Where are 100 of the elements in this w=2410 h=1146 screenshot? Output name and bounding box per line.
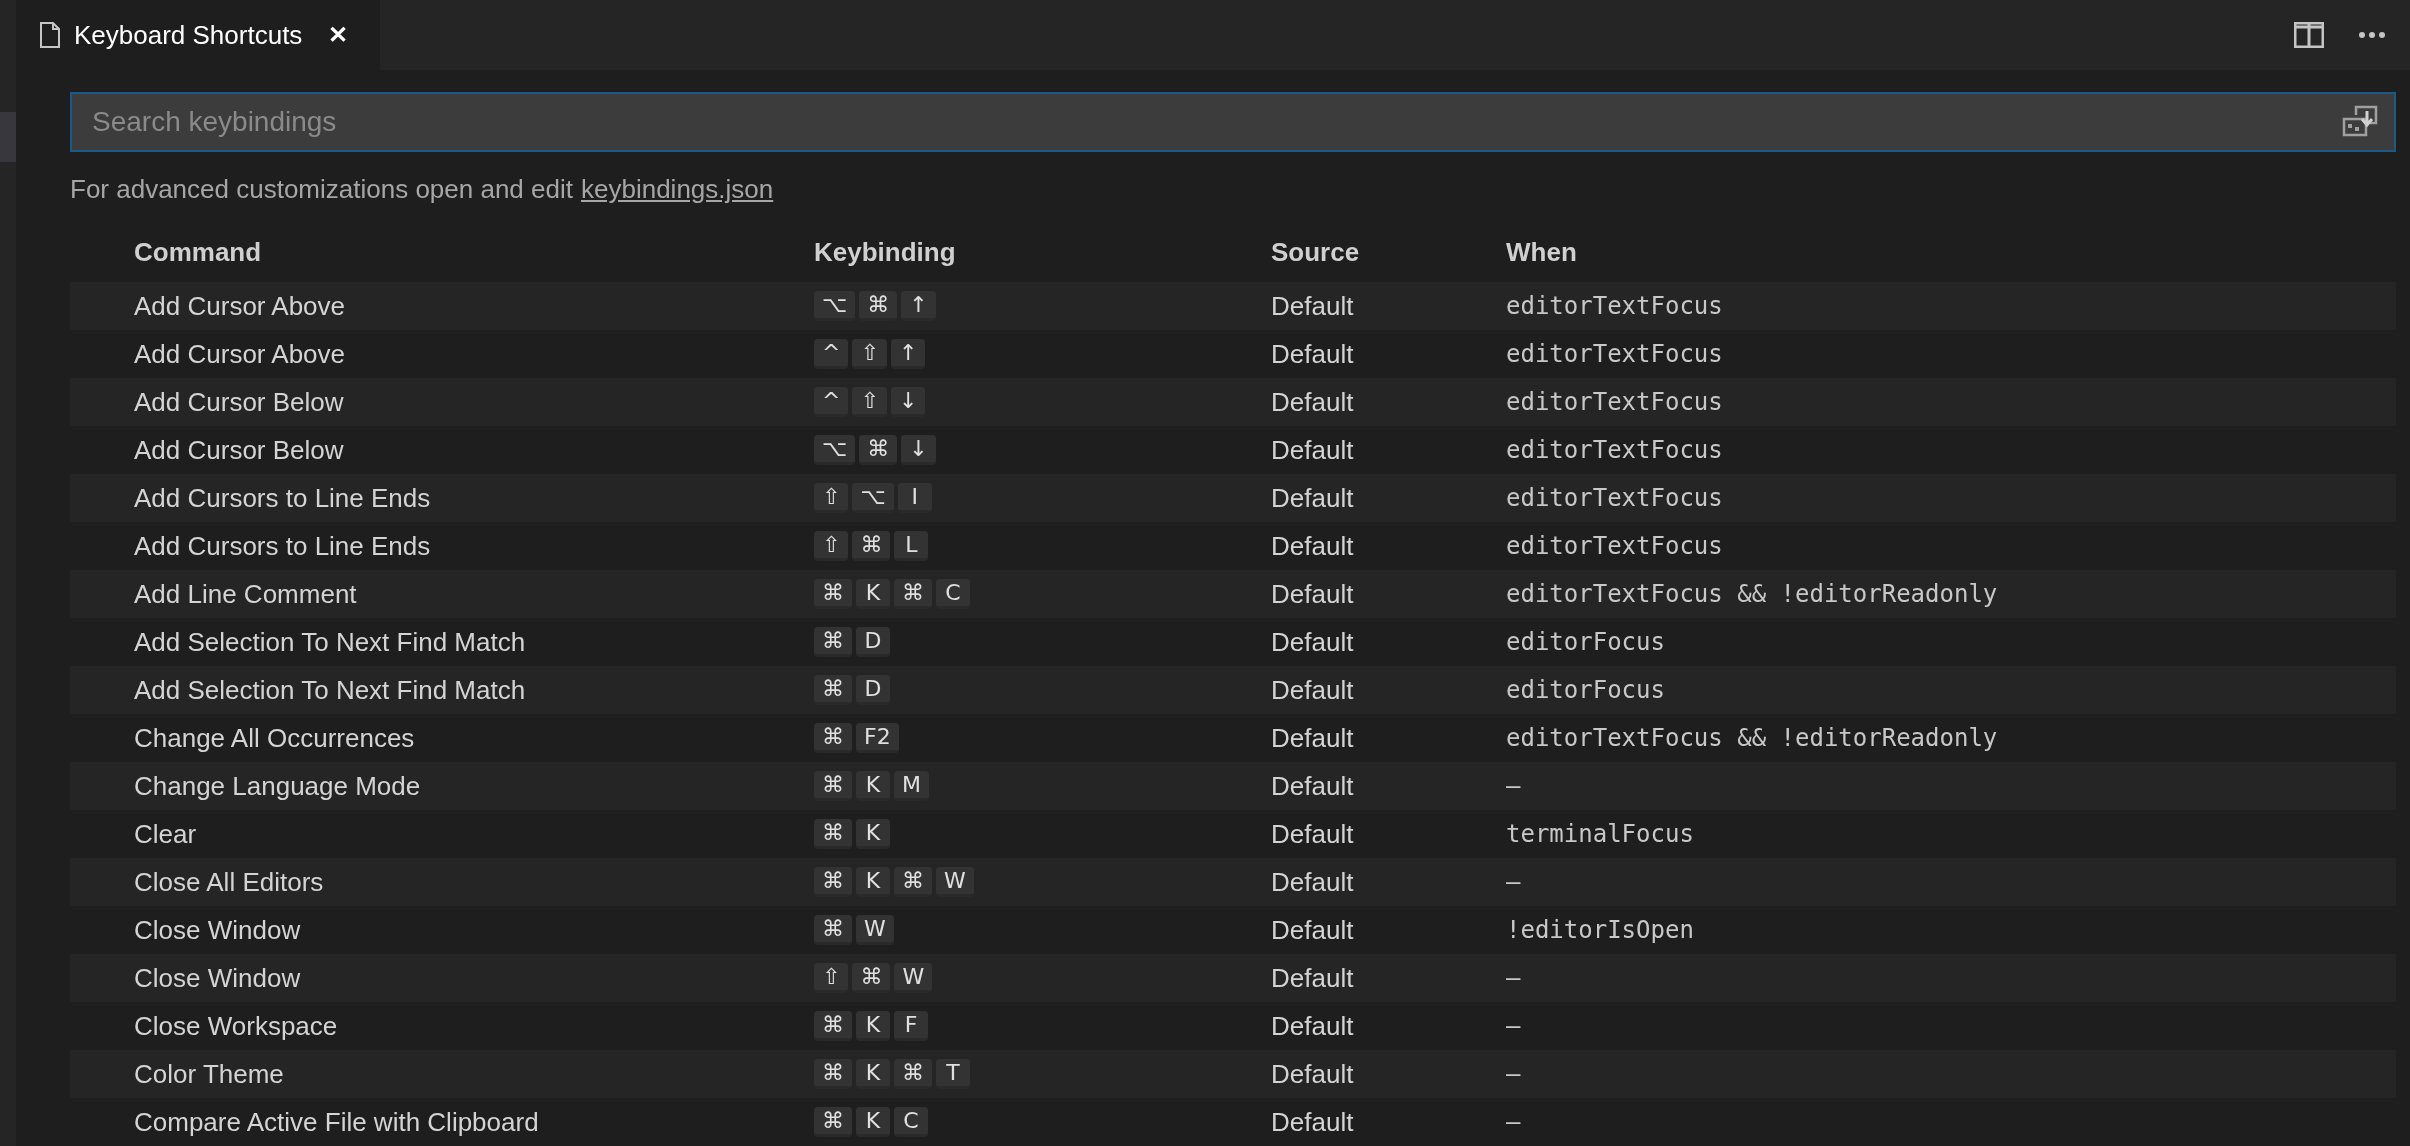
- keycap: ⌘: [814, 915, 852, 945]
- when-cell-text: editorTextFocus: [1506, 436, 1724, 464]
- command-cell-text: Close Window: [134, 914, 302, 946]
- keycap: ↑: [901, 291, 936, 321]
- column-header[interactable]: Source: [1271, 237, 1506, 268]
- keycap: ⌘: [894, 867, 932, 897]
- keycap: ⌘: [814, 1011, 852, 1041]
- keybinding-row[interactable]: Color Theme ⌘ K ⌘ T Default —: [70, 1050, 2396, 1098]
- keycap: W: [856, 915, 894, 945]
- command-cell-text: Add Cursor Above: [134, 290, 346, 322]
- keycap: T: [936, 1059, 970, 1089]
- keycap: ⌘: [814, 1059, 852, 1089]
- when-cell-text: editorTextFocus: [1506, 532, 1724, 560]
- command-cell-text: Add Cursor Below: [134, 386, 345, 418]
- keycap: K: [856, 1059, 890, 1089]
- record-keys-icon[interactable]: [2342, 105, 2378, 137]
- source-cell-text: Default: [1271, 338, 1355, 370]
- keycap: ⇧: [814, 531, 849, 561]
- tab-title: Keyboard Shortcuts: [74, 19, 303, 51]
- source-cell-text: Default: [1271, 818, 1355, 850]
- source-cell-text: Default: [1271, 1106, 1355, 1138]
- keycap: K: [856, 771, 890, 801]
- keybindings-link[interactable]: keybindings.json: [581, 174, 774, 205]
- source-cell-text: Default: [1271, 386, 1355, 418]
- keycap: I: [897, 483, 932, 513]
- more-actions-icon[interactable]: [2356, 29, 2388, 41]
- column-header[interactable]: Command: [134, 237, 814, 268]
- keycap: ↓: [890, 387, 926, 417]
- keybinding-row[interactable]: Add Cursors to Line Ends ⇧ ⌥ I Default editorTextFocus: [70, 474, 2396, 522]
- keycap: ⌘: [894, 1059, 932, 1089]
- keycap: ⌘: [814, 867, 852, 897]
- when-cell-text: —: [1506, 868, 1522, 896]
- command-cell-text: Add Cursors to Line Ends: [134, 530, 432, 562]
- command-cell-text: Change Language Mode: [134, 770, 422, 802]
- when-cell-text: editorFocus: [1506, 676, 1666, 704]
- keycap: ⌘: [894, 579, 932, 609]
- keybinding-row[interactable]: Add Cursor Above ⌥ ⌘ ↑ Default editorTextFocus: [70, 282, 2396, 330]
- keycap: K: [856, 579, 890, 609]
- keycap: ⌥: [852, 483, 894, 513]
- when-cell-text: editorTextFocus: [1506, 484, 1724, 512]
- keycap: F: [894, 1011, 928, 1041]
- command-cell-text: Add Line Comment: [134, 578, 358, 610]
- when-cell-text: editorTextFocus && !editorReadonly: [1506, 724, 1999, 752]
- close-button[interactable]: ✕: [324, 21, 353, 49]
- command-cell-text: Change All Occurrences: [134, 722, 416, 754]
- command-cell-text: Clear: [134, 818, 198, 850]
- keycap: ⌘: [852, 963, 891, 993]
- keycap: ⇧: [814, 483, 849, 513]
- source-cell-text: Default: [1271, 962, 1355, 994]
- keycap: ⌘: [859, 435, 898, 465]
- editor-tab[interactable]: Keyboard Shortcuts ✕: [16, 0, 380, 70]
- keycap: F2: [856, 723, 899, 753]
- split-editor-icon[interactable]: [2292, 20, 2326, 50]
- command-cell-text: Close Window: [134, 962, 302, 994]
- source-cell-text: Default: [1271, 1058, 1355, 1090]
- search-field[interactable]: Search keybindings: [70, 92, 2396, 152]
- command-cell-text: Add Cursor Above: [134, 338, 346, 370]
- source-cell-text: Default: [1271, 626, 1355, 658]
- keycap: ⌘: [814, 771, 852, 801]
- keybinding-row[interactable]: Add Selection To Next Find Match ⌘ D Default editorFocus: [70, 666, 2396, 714]
- keycap: ⇧: [814, 963, 849, 993]
- keycap: ⌘: [859, 291, 898, 321]
- command-cell-text: Close All Editors: [134, 866, 325, 898]
- column-header[interactable]: Keybinding: [814, 237, 1271, 268]
- when-cell-text: !editorIsOpen: [1506, 916, 1695, 944]
- when-cell-text: editorTextFocus: [1506, 388, 1724, 416]
- keycap: ⌘: [814, 579, 852, 609]
- keybinding-row[interactable]: Change Language Mode ⌘ K M Default —: [70, 762, 2396, 810]
- command-cell-text: Add Selection To Next Find Match: [134, 674, 527, 706]
- keybinding-row[interactable]: Add Line Comment ⌘ K ⌘ C Default editorTextFocus && !editorReadonly: [70, 570, 2396, 618]
- keybinding-row[interactable]: Close All Editors ⌘ K ⌘ W Default —: [70, 858, 2396, 906]
- keybinding-row[interactable]: Add Cursor Below ^ ⇧ ↓ Default editorTextFocus: [70, 378, 2396, 426]
- when-cell-text: editorTextFocus && !editorReadonly: [1506, 580, 1999, 608]
- keycap: C: [936, 579, 970, 609]
- keycap: K: [856, 1107, 890, 1137]
- keycap: ⌘: [814, 675, 852, 705]
- when-cell-text: terminalFocus: [1506, 820, 1695, 848]
- when-cell-text: —: [1506, 1012, 1522, 1040]
- keycap: M: [894, 771, 929, 801]
- when-cell-text: —: [1506, 772, 1522, 800]
- source-cell-text: Default: [1271, 1010, 1355, 1042]
- keycap: L: [894, 531, 929, 561]
- keycap: ⌘: [814, 723, 852, 753]
- keycap: C: [894, 1107, 928, 1137]
- when-cell-text: —: [1506, 964, 1522, 992]
- source-cell-text: Default: [1271, 290, 1355, 322]
- keycap: K: [856, 867, 890, 897]
- keycap: W: [894, 963, 933, 993]
- command-cell-text: Add Cursor Below: [134, 434, 345, 466]
- source-cell-text: Default: [1271, 674, 1355, 706]
- keycap: K: [856, 819, 890, 849]
- command-cell-text: Compare Active File with Clipboard: [134, 1106, 540, 1138]
- column-header[interactable]: When: [1506, 237, 2396, 268]
- when-cell-text: editorTextFocus: [1506, 292, 1724, 320]
- keycap: W: [936, 867, 974, 897]
- when-cell-text: —: [1506, 1108, 1522, 1136]
- source-cell-text: Default: [1271, 722, 1355, 754]
- keybinding-row[interactable]: Close Window ⇧ ⌘ W Default —: [70, 954, 2396, 1002]
- source-cell-text: Default: [1271, 770, 1355, 802]
- keycap: ^: [814, 339, 849, 369]
